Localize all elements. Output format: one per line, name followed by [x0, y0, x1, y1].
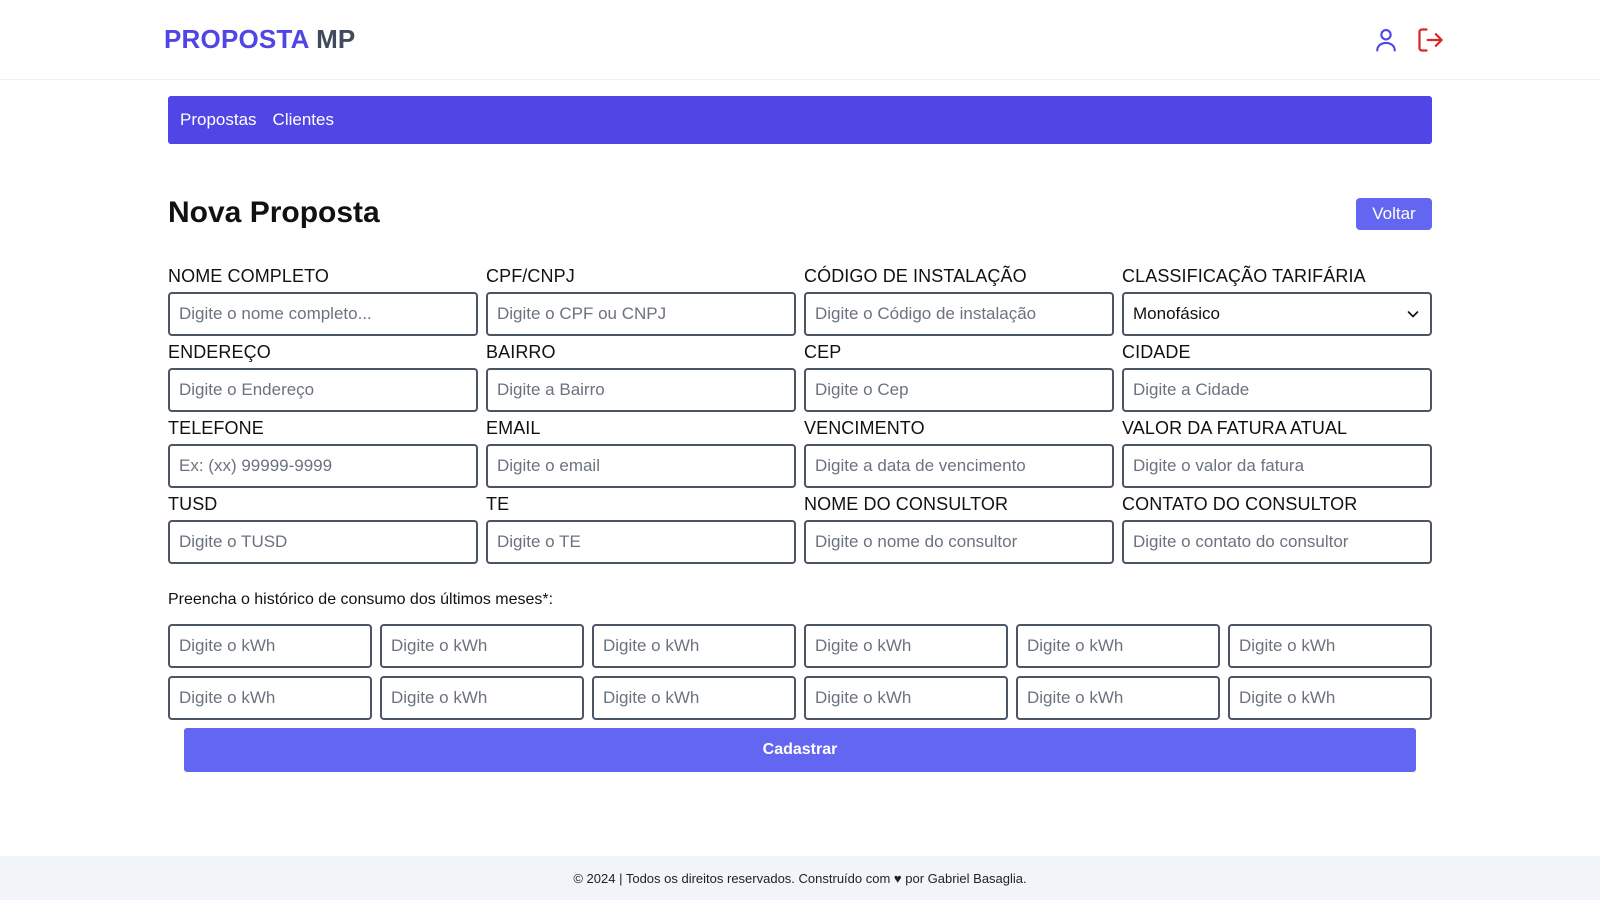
- field-label: CLASSIFICAÇÃO TARIFÁRIA: [1122, 266, 1366, 286]
- field-nome-consultor: NOME DO CONSULTOR: [804, 494, 1114, 564]
- field-label: EMAIL: [486, 418, 541, 438]
- field-email: EMAIL: [486, 418, 796, 488]
- proposal-form: NOME COMPLETO CPF/CNPJ CÓDIGO DE INSTALA…: [168, 266, 1432, 564]
- field-label: CONTATO DO CONSULTOR: [1122, 494, 1358, 514]
- nome-completo-input[interactable]: [168, 292, 478, 336]
- field-telefone: TELEFONE: [168, 418, 478, 488]
- footer-text: © 2024 | Todos os direitos reservados. C…: [573, 870, 1027, 886]
- email-input[interactable]: [486, 444, 796, 488]
- nav-propostas[interactable]: Propostas: [180, 110, 257, 130]
- title-row: Nova Proposta Voltar: [168, 196, 1432, 230]
- cidade-input[interactable]: [1122, 368, 1432, 412]
- field-bairro: BAIRRO: [486, 342, 796, 412]
- logout-icon[interactable]: [1416, 26, 1444, 54]
- history-label: Preencha o histórico de consumo dos últi…: [168, 591, 554, 608]
- field-nome-completo: NOME COMPLETO: [168, 266, 478, 336]
- field-classificacao-tarifaria: CLASSIFICAÇÃO TARIFÁRIA Monofásico: [1122, 266, 1432, 336]
- logo-part-mp: MP: [316, 24, 356, 54]
- app-logo[interactable]: PROPOSTA MP: [164, 24, 355, 55]
- bairro-input[interactable]: [486, 368, 796, 412]
- field-te: TE: [486, 494, 796, 564]
- field-label: TUSD: [168, 494, 218, 514]
- field-label: BAIRRO: [486, 342, 556, 362]
- te-input[interactable]: [486, 520, 796, 564]
- field-cidade: CIDADE: [1122, 342, 1432, 412]
- submit-button[interactable]: Cadastrar: [184, 728, 1416, 772]
- field-label: CPF/CNPJ: [486, 266, 575, 286]
- valor-fatura-input[interactable]: [1122, 444, 1432, 488]
- field-label: NOME COMPLETO: [168, 266, 329, 286]
- field-label: VENCIMENTO: [804, 418, 925, 438]
- kwh-input[interactable]: [380, 676, 584, 720]
- header-actions: [1372, 26, 1444, 54]
- contato-consultor-input[interactable]: [1122, 520, 1432, 564]
- back-button[interactable]: Voltar: [1356, 198, 1432, 230]
- kwh-input[interactable]: [592, 676, 796, 720]
- field-vencimento: VENCIMENTO: [804, 418, 1114, 488]
- kwh-input[interactable]: [1016, 624, 1220, 668]
- field-label: ENDEREÇO: [168, 342, 271, 362]
- nav-clientes[interactable]: Clientes: [273, 110, 334, 130]
- select-value: Monofásico: [1133, 304, 1220, 323]
- field-endereco: ENDEREÇO: [168, 342, 478, 412]
- field-label: TE: [486, 494, 510, 514]
- classificacao-tarifaria-select[interactable]: Monofásico: [1122, 292, 1432, 336]
- telefone-input[interactable]: [168, 444, 478, 488]
- cep-input[interactable]: [804, 368, 1114, 412]
- page-title: Nova Proposta: [168, 196, 380, 229]
- kwh-input[interactable]: [1016, 676, 1220, 720]
- field-cpf-cnpj: CPF/CNPJ: [486, 266, 796, 336]
- endereco-input[interactable]: [168, 368, 478, 412]
- page-footer: © 2024 | Todos os direitos reservados. C…: [0, 856, 1600, 900]
- kwh-input[interactable]: [168, 624, 372, 668]
- nome-consultor-input[interactable]: [804, 520, 1114, 564]
- kwh-input[interactable]: [380, 624, 584, 668]
- field-label: CEP: [804, 342, 842, 362]
- field-label: NOME DO CONSULTOR: [804, 494, 1009, 514]
- field-codigo-instalacao: CÓDIGO DE INSTALAÇÃO: [804, 266, 1114, 336]
- field-cep: CEP: [804, 342, 1114, 412]
- chevron-down-icon: [1407, 311, 1419, 318]
- cpf-cnpj-input[interactable]: [486, 292, 796, 336]
- tusd-input[interactable]: [168, 520, 478, 564]
- kwh-input[interactable]: [804, 676, 1008, 720]
- field-valor-fatura: VALOR DA FATURA ATUAL: [1122, 418, 1432, 488]
- kwh-input[interactable]: [592, 624, 796, 668]
- app-header: PROPOSTA MP: [0, 0, 1600, 80]
- consumption-history: [168, 624, 1432, 720]
- field-label: TELEFONE: [168, 418, 264, 438]
- codigo-instalacao-input[interactable]: [804, 292, 1114, 336]
- kwh-input[interactable]: [168, 676, 372, 720]
- vencimento-input[interactable]: [804, 444, 1114, 488]
- logo-part-proposta: PROPOSTA: [164, 24, 309, 54]
- field-label: CIDADE: [1122, 342, 1191, 362]
- kwh-input[interactable]: [804, 624, 1008, 668]
- field-label: VALOR DA FATURA ATUAL: [1122, 418, 1348, 438]
- user-icon[interactable]: [1372, 26, 1400, 54]
- kwh-input[interactable]: [1228, 624, 1432, 668]
- kwh-input[interactable]: [1228, 676, 1432, 720]
- field-tusd: TUSD: [168, 494, 478, 564]
- field-contato-consultor: CONTATO DO CONSULTOR: [1122, 494, 1432, 564]
- main-nav: Propostas Clientes: [168, 96, 1432, 144]
- field-label: CÓDIGO DE INSTALAÇÃO: [804, 266, 1027, 286]
